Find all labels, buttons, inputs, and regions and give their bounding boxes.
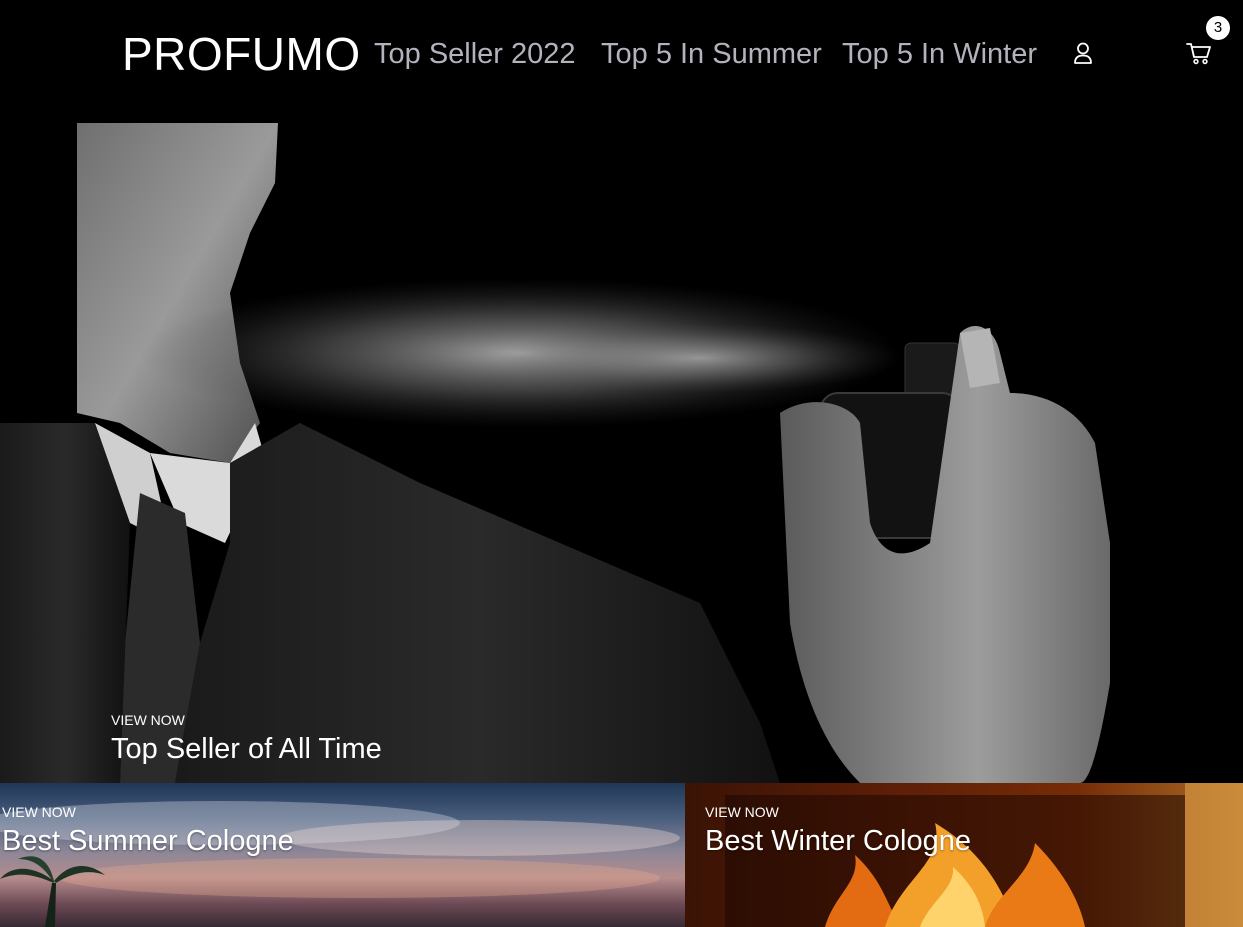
account-button[interactable] [1070,40,1096,66]
hero-view-now-label[interactable]: VIEW NOW [111,711,382,729]
cart-count-badge: 3 [1206,16,1230,40]
top-navigation: PROFUMO Top Seller 2022 Top 5 In Summer … [0,0,1243,110]
nav-link-top-5-winter[interactable]: Top 5 In Winter [842,36,1037,72]
summer-card-caption: VIEW NOW Best Summer Cologne [2,803,294,859]
winter-card-title[interactable]: Best Winter Cologne [705,823,971,859]
winter-view-now-label[interactable]: VIEW NOW [705,803,971,821]
hero-title[interactable]: Top Seller of All Time [111,731,382,767]
hero-banner-top-seller[interactable]: VIEW NOW Top Seller of All Time [0,123,1243,783]
cart-icon [1186,43,1211,65]
summer-card-title[interactable]: Best Summer Cologne [2,823,294,859]
user-icon [1074,42,1092,64]
hero-caption: VIEW NOW Top Seller of All Time [111,711,382,767]
summer-view-now-label[interactable]: VIEW NOW [2,803,294,821]
man-spraying-cologne-photo [0,123,1243,783]
nav-link-top-seller-2022[interactable]: Top Seller 2022 [374,36,576,72]
brand-logo[interactable]: PROFUMO [122,28,361,80]
nav-link-top-5-summer[interactable]: Top 5 In Summer [601,36,822,72]
winter-cologne-card[interactable]: VIEW NOW Best Winter Cologne [685,783,1243,927]
summer-cologne-card[interactable]: VIEW NOW Best Summer Cologne [0,783,685,927]
winter-card-caption: VIEW NOW Best Winter Cologne [705,803,971,859]
cart-button[interactable] [1185,40,1213,66]
